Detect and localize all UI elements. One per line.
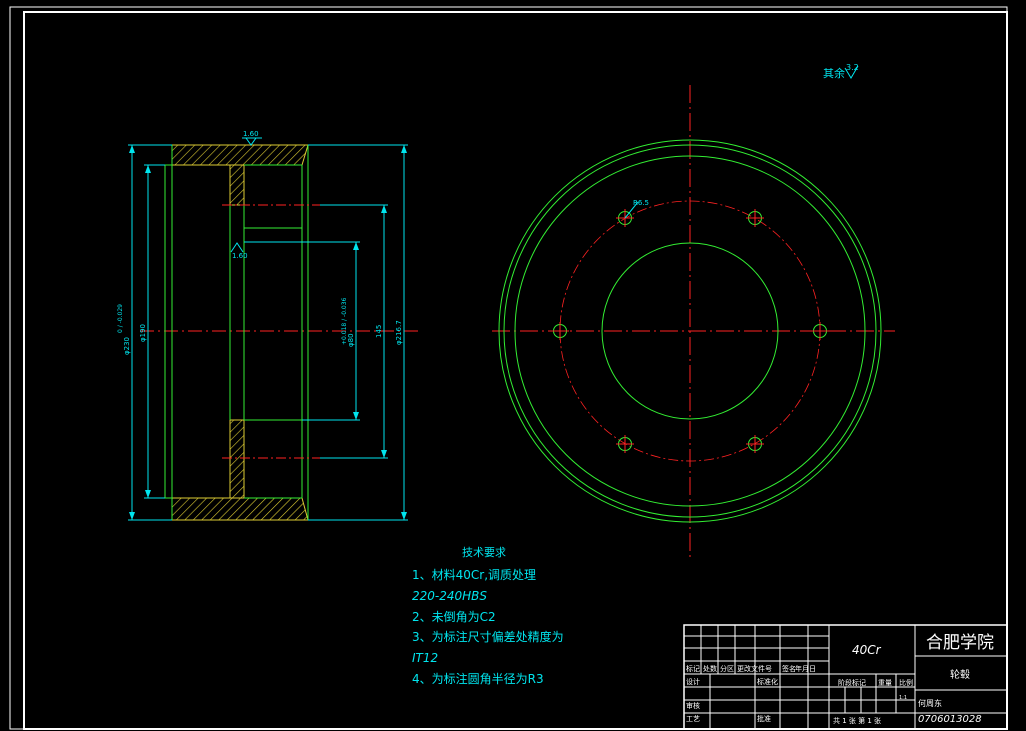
front-view: R6.5 xyxy=(492,85,895,560)
tb-check: 审核 xyxy=(686,701,700,710)
tb-scale-value: 1:1 xyxy=(899,695,907,701)
tb-student-id: 0706013028 xyxy=(918,714,982,725)
tb-stage-mark: 阶段标记 xyxy=(838,678,866,687)
tb-school: 合肥学院 xyxy=(926,633,994,653)
tech-line: 4、为标注圆角半径为R3 xyxy=(412,671,544,686)
roughness-top-value: 1.60 xyxy=(243,130,259,138)
bolt-hole xyxy=(616,435,634,453)
tb-part-name: 轮毂 xyxy=(950,668,970,681)
sheet-inner-frame xyxy=(23,11,1008,730)
bolt-hole xyxy=(746,435,764,453)
tb-label: 标记 xyxy=(686,664,700,673)
tb-sheets: 共 1 张 第 1 张 xyxy=(833,716,881,725)
tb-scale: 比例 xyxy=(899,678,913,687)
roughness-mark-top: 1.60 xyxy=(242,130,262,146)
title-block: 标记 处数 分区 更改文件号 签名 年月日 设计 标准化 审核 工艺 批准 40… xyxy=(683,624,1008,730)
tb-weight: 重量 xyxy=(878,679,892,687)
dim-outer-tolerance: 0 / -0.029 xyxy=(117,304,124,333)
tb-design: 设计 xyxy=(686,677,700,686)
roughness-left-icon xyxy=(230,242,244,253)
dim-rim-text: φ216.7 xyxy=(395,320,403,345)
tb-process: 工艺 xyxy=(686,715,700,723)
tech-line: IT12 xyxy=(412,651,438,665)
bottom-flange-section xyxy=(171,497,309,521)
roughness-left-value: 1.60 xyxy=(232,252,248,260)
hole-radius-label: R6.5 xyxy=(633,199,649,207)
tech-line: 3、为标注尺寸偏差处精度为 xyxy=(412,629,564,644)
tb-approve: 批准 xyxy=(757,714,771,723)
tb-label: 分区 xyxy=(720,664,734,673)
roughness-note-label: 其余 xyxy=(823,66,845,80)
dim-bore-tolerance: +0.018 / -0.036 xyxy=(341,297,348,345)
dimension-arrows xyxy=(129,145,407,520)
dim-bolt-text: 145 xyxy=(375,325,383,338)
dim-outer-text: φ230 xyxy=(123,337,131,355)
web-bottom-section xyxy=(229,419,245,499)
web-top-section xyxy=(229,164,245,206)
top-flange-section xyxy=(171,144,309,166)
tb-student-name: 何周东 xyxy=(918,698,942,708)
tb-standardize: 标准化 xyxy=(757,677,778,686)
bolt-hole xyxy=(551,322,569,340)
dim-inner-text: φ190 xyxy=(139,324,147,342)
tb-label: 年月日 xyxy=(795,664,816,673)
side-view-dimension-lines xyxy=(128,144,408,521)
tech-requirements: 技术要求 1、材料40Cr,调质处理 220-240HBS 2、未倒角为C2 3… xyxy=(412,546,564,686)
tb-label: 处数 xyxy=(703,664,717,673)
tb-label: 更改文件号 xyxy=(737,664,772,673)
roughness-note: 其余 3.2 xyxy=(823,63,859,80)
tech-title: 技术要求 xyxy=(462,546,506,559)
bolt-hole xyxy=(746,209,764,227)
tech-line: 220-240HBS xyxy=(412,589,487,603)
tech-line: 2、未倒角为C2 xyxy=(412,610,496,624)
tb-material: 40Cr xyxy=(852,643,882,657)
dim-bore-text: φ80 xyxy=(347,333,355,347)
side-view: φ230 0 / -0.029 φ190 φ80 +0.018 / -0.036… xyxy=(117,130,420,521)
sheet-outer-frame xyxy=(9,6,1008,730)
roughness-mark-left: 1.60 xyxy=(230,242,248,260)
tb-label: 签名 xyxy=(782,664,796,673)
tech-line: 1、材料40Cr,调质处理 xyxy=(412,568,536,582)
bolt-hole xyxy=(811,322,829,340)
cad-drawing: 其余 3.2 φ230 0 / -0.029 φ190 φ80 +0.018 /… xyxy=(9,6,1008,730)
roughness-top-icon xyxy=(245,137,257,146)
roughness-note-value: 3.2 xyxy=(846,63,859,72)
